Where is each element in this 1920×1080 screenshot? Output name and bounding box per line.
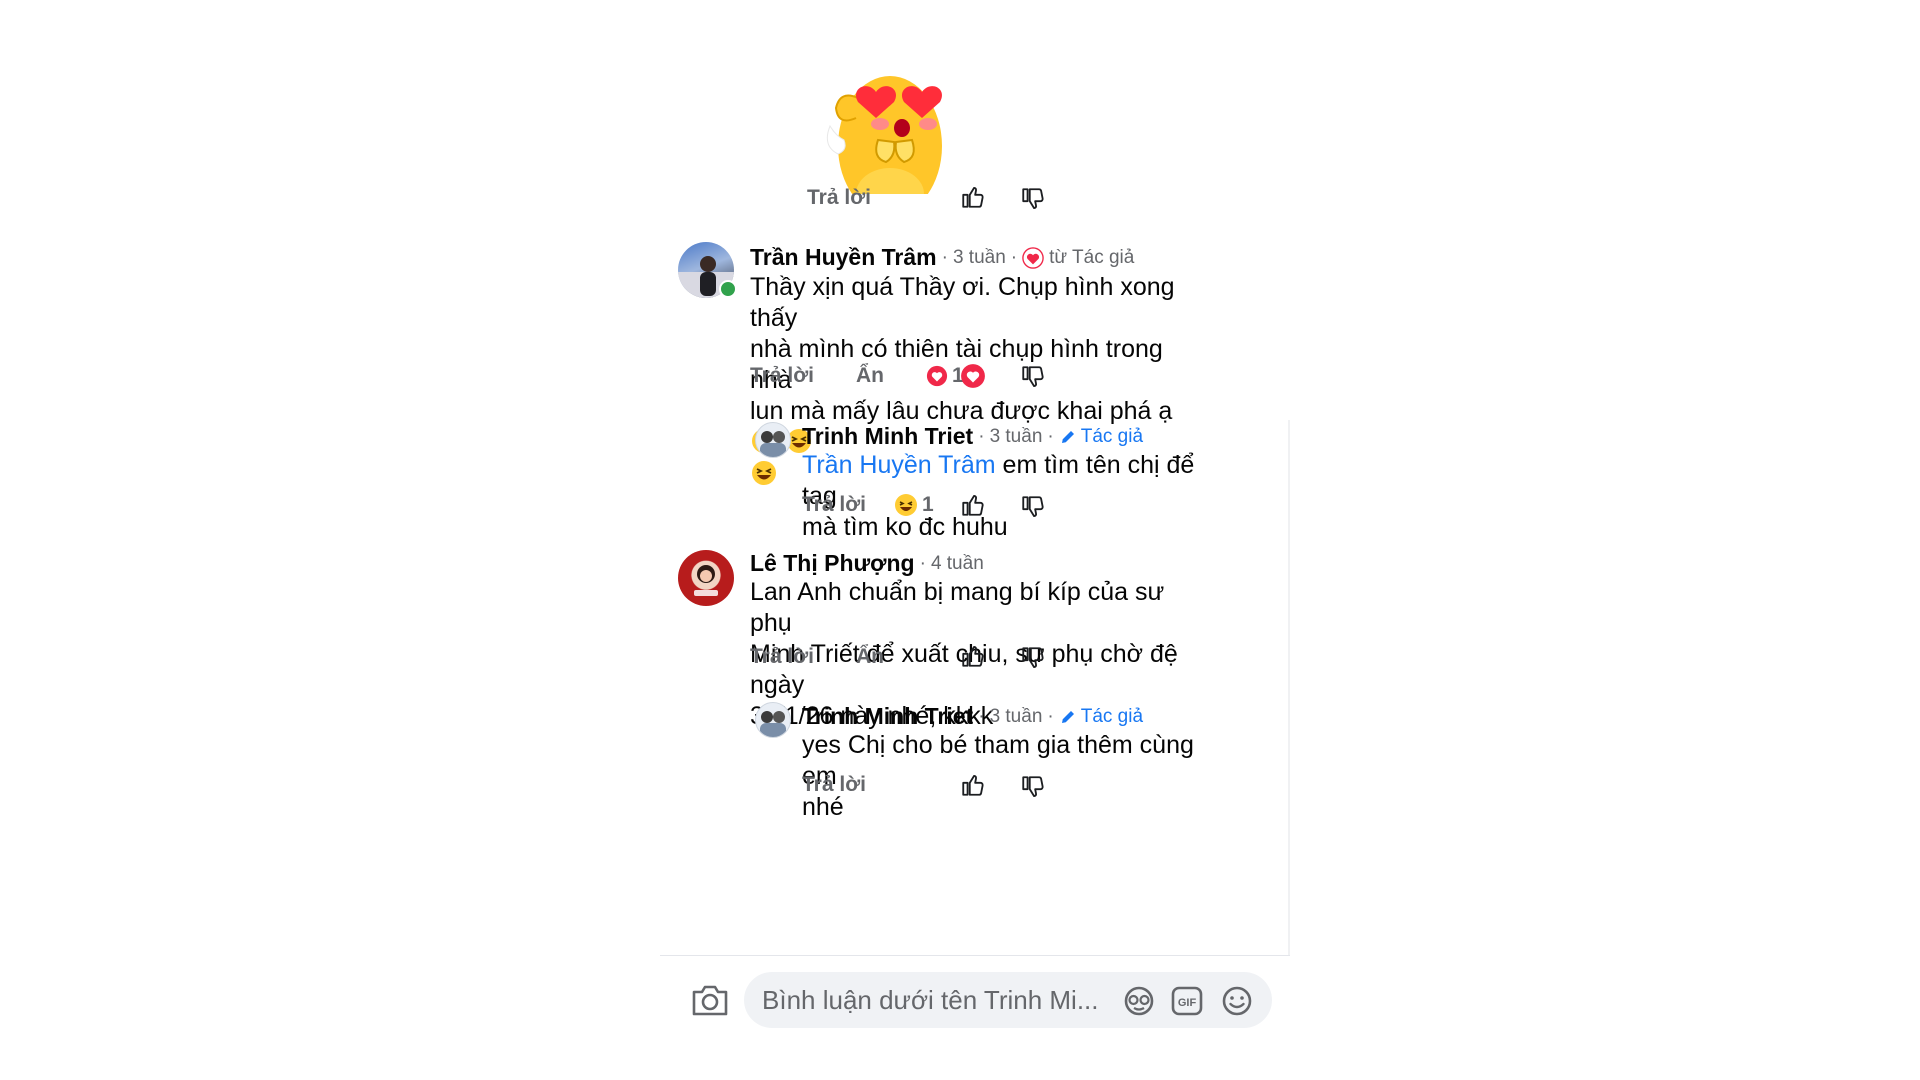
reply-button[interactable]: Trả lời (802, 773, 866, 797)
heart-reacted-icon[interactable] (960, 363, 986, 389)
heart-eyes-sticker (820, 66, 960, 194)
heart-eyes-character-icon (826, 76, 943, 194)
reaction-count[interactable]: 1 (894, 493, 934, 517)
downvote-icon[interactable] (1020, 774, 1046, 800)
reaction-count[interactable]: 1 (926, 364, 964, 388)
profile-photo-icon (760, 711, 786, 737)
camera-icon[interactable] (690, 982, 730, 1018)
svg-text:GIF: GIF (1178, 997, 1197, 1009)
comment-time[interactable]: 3 tuần (953, 247, 1006, 269)
hide-button[interactable]: Ẩn (856, 364, 884, 388)
pencil-icon (1061, 430, 1074, 443)
heart-badge-icon (1022, 246, 1044, 269)
online-status-dot (719, 280, 737, 298)
avatar[interactable] (755, 422, 791, 458)
comment-header: Trinh Minh Triet · 3 tuần · Tác giả (802, 423, 1144, 450)
author-heart-badge: từ Tác giả (1022, 247, 1134, 269)
laughing-emoji-icon (752, 461, 776, 485)
comment-time[interactable]: 4 tuần (931, 553, 984, 575)
scroll-edge (1288, 420, 1290, 955)
comment-time[interactable]: 3 tuần (990, 426, 1043, 448)
avatar-sticker-icon[interactable] (1122, 984, 1156, 1018)
comment-header: Trần Huyền Trâm · 3 tuần · từ Tác giả (750, 244, 1135, 271)
gif-icon[interactable]: GIF (1170, 984, 1204, 1018)
avatar[interactable] (755, 702, 791, 738)
comment-author[interactable]: Trinh Minh Triet (802, 703, 973, 730)
reply-button[interactable]: Trả lời (802, 493, 866, 517)
comment-header: Trinh Minh Triet · 3 tuần · Tác giả (802, 703, 1144, 730)
upvote-icon[interactable] (960, 643, 986, 669)
downvote-icon[interactable] (1020, 364, 1046, 390)
pencil-icon (1061, 710, 1074, 723)
downvote-icon[interactable] (1020, 645, 1046, 671)
emoji-icon[interactable] (1220, 984, 1254, 1018)
avatar[interactable] (678, 550, 734, 606)
comment-author[interactable]: Trần Huyền Trâm (750, 244, 937, 271)
mention-link[interactable]: Trần Huyền Trâm (802, 451, 996, 479)
reply-button[interactable]: Trả lời (807, 186, 871, 210)
comment-author[interactable]: Trinh Minh Triet (802, 423, 973, 450)
heart-reaction-icon (926, 365, 948, 387)
upvote-icon[interactable] (960, 492, 986, 518)
author-badge: Tác giả (1059, 426, 1143, 448)
sticker-reply-actions: Trả lời (807, 186, 871, 210)
author-badge: Tác giả (1059, 706, 1143, 728)
comment-actions: Trả lời 1 (802, 493, 934, 517)
upvote-icon[interactable] (960, 184, 986, 210)
reply-button[interactable]: Trả lời (750, 364, 814, 388)
haha-reaction-icon (894, 494, 917, 516)
hide-button[interactable]: Ẩn (856, 645, 884, 669)
reply-button[interactable]: Trả lời (750, 645, 814, 669)
upvote-icon[interactable] (960, 772, 986, 798)
profile-photo-icon (694, 565, 718, 596)
comment-time[interactable]: 3 tuần (990, 706, 1043, 728)
comment-composer: GIF (744, 972, 1272, 1028)
comment-author[interactable]: Lê Thị Phượng (750, 550, 915, 577)
comment-panel: Trả lời Trần Huyền Trâm · 3 tuần · từ Tá… (660, 50, 1290, 1060)
comment-actions: Trả lời (802, 773, 866, 797)
comment-header: Lê Thị Phượng · 4 tuần (750, 550, 984, 577)
comment-actions: Trả lời Ẩn (750, 645, 884, 669)
profile-photo-icon (760, 431, 786, 457)
downvote-icon[interactable] (1020, 186, 1046, 212)
comment-actions: Trả lời Ẩn 1 (750, 364, 964, 388)
composer-divider (660, 955, 1290, 956)
downvote-icon[interactable] (1020, 494, 1046, 520)
comment-input[interactable] (762, 972, 1102, 1028)
